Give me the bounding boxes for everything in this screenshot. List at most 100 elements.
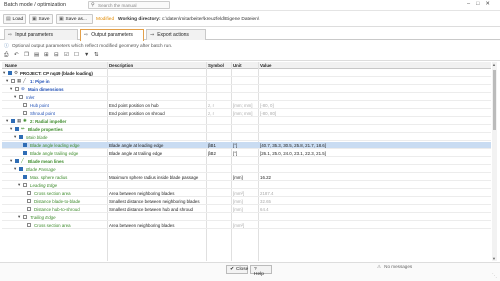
load-button[interactable]: ▤ Load [3,14,26,24]
collapse-icon[interactable]: ▾ [18,214,20,220]
table-row[interactable]: Max. sphere radius Maximum sphere radius … [2,174,491,181]
collapse-icon[interactable]: ▾ [14,134,16,140]
search-box[interactable]: ⚲ Search the manual [88,1,170,9]
blade-properties-icon: ✏ [21,126,25,131]
checkbox[interactable] [19,135,23,139]
collapse-icon[interactable]: ▾ [14,166,16,172]
table-row[interactable]: ▾ Trailing Edge [2,214,491,221]
collapse-icon[interactable]: ▾ [18,182,20,188]
checkbox[interactable] [19,167,23,171]
maximize-button[interactable]: □ [476,1,485,7]
copy-icon[interactable]: ❐ [24,52,29,58]
tab-output-parameters[interactable]: ⇨ Output parameters [80,29,144,41]
table-row[interactable]: ▾ Leading Edge [2,182,491,189]
collapse-icon[interactable]: ▾ [10,126,12,132]
table-header: Name Description Symbol Unit Value [2,62,491,69]
table-row[interactable]: ▾ ⚙ PROJECT: CP nq49 (blade loading) [2,70,491,77]
table-row[interactable]: ▾ ╱ Blade mean lines [2,158,491,165]
paste-icon[interactable]: ▤ [34,52,39,58]
table-row[interactable]: Distance hub-to-shroud Smallest distance … [2,206,491,213]
checkbox[interactable] [8,71,12,75]
collapse-icon[interactable]: ▾ [10,158,12,164]
search-input[interactable]: Search the manual [98,3,137,8]
print-icon[interactable]: ⎙ [4,52,8,59]
column-header-unit[interactable]: Unit [233,63,242,68]
column-header-symbol[interactable]: Symbol [208,63,224,68]
table-row[interactable]: Cross section area Area between neighbori… [2,222,491,229]
table-row[interactable]: Blade angle leading edge Blade angle at l… [2,142,491,149]
checkbox[interactable] [11,79,15,83]
footer-bar: ✔ Close ?Help ⚠ No messages ⋱ [0,262,500,281]
collapse-icon[interactable]: ▾ [3,70,5,76]
checkbox[interactable] [23,183,27,187]
export-icon: ⇝ [150,32,155,38]
checkbox[interactable] [23,175,27,179]
checkbox[interactable] [27,223,31,227]
status-message: ⚠ No messages [377,264,413,269]
checkbox[interactable] [27,207,31,211]
check-all-icon[interactable]: ☑ [64,52,69,58]
save-button[interactable]: ▣ Save [29,14,53,24]
table-row[interactable]: ▾ ✏ Blade properties [2,126,491,133]
checkbox[interactable] [23,143,27,147]
minimize-button[interactable]: – [467,1,476,7]
table-row[interactable]: Hub point End point position on hub z, r [m… [2,102,491,109]
window-controls: –□✕ [467,1,496,7]
project-icon: ⚙ [14,70,19,75]
working-directory: Working directory: c:\daten\mitarbeiter\… [118,17,260,22]
checkbox[interactable] [23,215,27,219]
tab-export-actions[interactable]: ⇝ Export actions [146,29,206,40]
scroll-down-icon[interactable]: ▼ [492,256,496,261]
checkbox[interactable] [11,119,15,123]
save-as-icon: ▣ [59,17,64,22]
collapse-icon[interactable]: ▾ [14,94,16,100]
table-row[interactable]: ▾ Blade Passage [2,166,491,173]
table-row[interactable]: ▾ ▦ ╱ 1: Pipe in [2,78,491,85]
checkbox[interactable] [27,199,31,203]
table-row[interactable]: ▾ ⊜ Main dimensions [2,86,491,93]
checkbox[interactable] [15,127,19,131]
scroll-up-icon[interactable]: ▲ [492,62,496,67]
column-header-value[interactable]: Value [260,63,271,68]
checkbox[interactable] [19,95,23,99]
sort-icon[interactable]: ⇅ [94,52,99,58]
filter-icon[interactable]: ▼ [84,52,89,58]
table-row[interactable]: Shroud point End point position on shroud… [2,110,491,117]
dimensions-icon: ⊜ [21,86,25,91]
undo-icon[interactable]: ↶ [14,52,19,58]
checkbox[interactable] [23,151,27,155]
checkbox[interactable] [23,111,27,115]
expand-all-icon[interactable]: ⊞ [44,52,49,58]
close-check-icon: ✔ [230,267,235,272]
tab-input-parameters[interactable]: ⇨ Input parameters [4,29,78,40]
checkbox[interactable] [23,103,27,107]
output-icon: ⇨ [84,32,89,38]
impeller-icon: ✺ [23,118,27,123]
scrollbar-thumb[interactable] [493,70,496,130]
checkbox[interactable] [15,159,19,163]
collapse-icon[interactable]: ▾ [6,78,8,84]
collapse-icon[interactable]: ▾ [10,86,12,92]
column-header-name[interactable]: Name [5,63,17,68]
vertical-scrollbar[interactable]: ▲ ▼ [492,62,497,261]
resize-grip-icon[interactable]: ⋱ [492,273,497,279]
table-row[interactable]: Distance blade-to-blade Smallest distance… [2,198,491,205]
save-as-button[interactable]: ▣ Save as... [56,14,93,24]
checkbox[interactable] [15,87,19,91]
table-row[interactable]: ▾ Main blade [2,134,491,141]
close-button[interactable]: ✔ Close [226,265,248,274]
collapse-all-icon[interactable]: ⊟ [54,52,59,58]
table-row[interactable]: Cross section area Area between neighbori… [2,190,491,197]
collapse-icon[interactable]: ▾ [6,118,8,124]
column-header-description[interactable]: Description [109,63,133,68]
close-window-button[interactable]: ✕ [485,1,496,7]
component-icon: ▦ [17,118,22,123]
component-icon: ▦ [17,78,22,83]
table-row[interactable]: ▾ Inlet [2,94,491,101]
help-button[interactable]: ?Help [250,265,272,277]
table-row[interactable]: ▾ ▦ ✺ 2: Radial impeller [2,118,491,125]
uncheck-all-icon[interactable]: ☐ [74,52,79,58]
checkbox[interactable] [27,191,31,195]
table-row[interactable]: Blade angle trailing edge Blade angle at … [2,150,491,157]
input-icon: ⇨ [8,32,13,38]
